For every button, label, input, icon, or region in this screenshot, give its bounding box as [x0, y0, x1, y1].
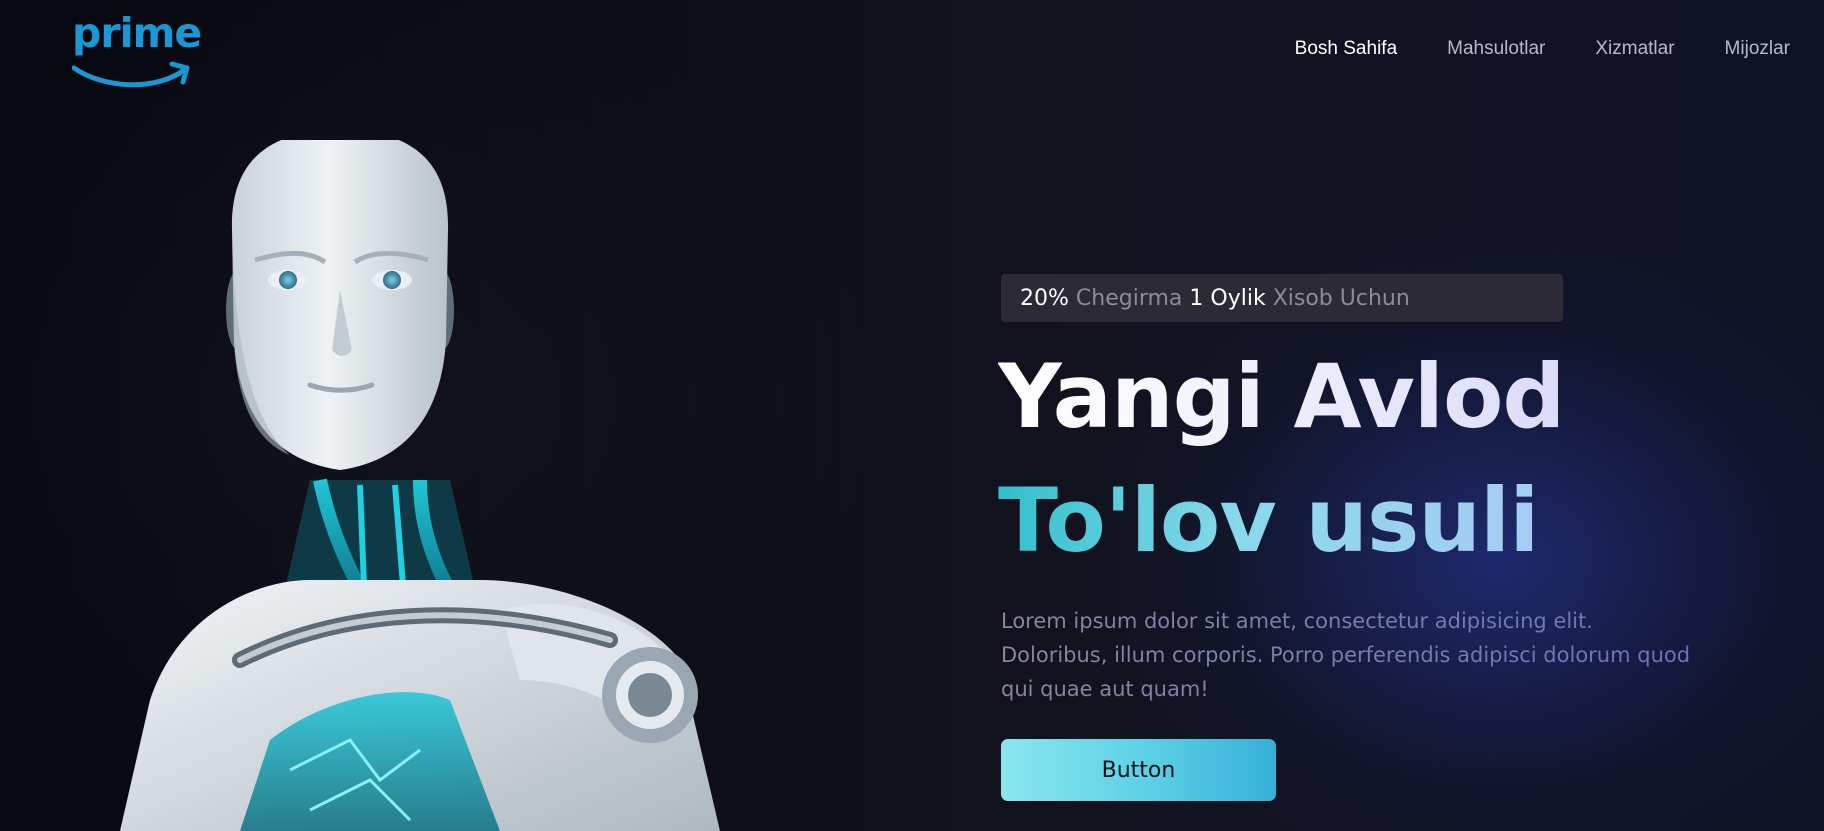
nav-item-mahsulotlar[interactable]: Mahsulotlar: [1447, 38, 1545, 60]
hero-description: Lorem ipsum dolor sit amet, consectetur …: [1001, 604, 1701, 706]
promo-badge: 20% Chegirma 1 Oylik Xisob Uchun: [1001, 274, 1563, 322]
main-nav: Bosh Sahifa Mahsulotlar Xizmatlar Mijozl…: [1245, 38, 1790, 60]
prime-logo[interactable]: prime: [72, 8, 202, 88]
landing-page: prime Bosh Sahifa Mahsulotlar Xizmatlar …: [0, 0, 1824, 831]
nav-item-bosh-sahifa[interactable]: Bosh Sahifa: [1295, 38, 1397, 60]
robot-image: [120, 140, 720, 831]
logo-text: prime: [72, 9, 202, 57]
hero-subheadline: To'lov usuli: [998, 466, 1539, 576]
promo-discount: 20%: [1020, 285, 1069, 311]
promo-word-xisob-uchun: Xisob Uchun: [1272, 285, 1410, 311]
hero-headline: Yangi Avlod: [998, 342, 1565, 452]
cta-button[interactable]: Button: [1001, 739, 1276, 801]
promo-period: 1 Oylik: [1189, 285, 1266, 311]
smile-arrow-icon: [72, 61, 190, 88]
nav-item-xizmatlar[interactable]: Xizmatlar: [1595, 38, 1674, 60]
promo-word-chegirma: Chegirma: [1075, 285, 1183, 311]
nav-item-mijozlar[interactable]: Mijozlar: [1725, 38, 1790, 60]
